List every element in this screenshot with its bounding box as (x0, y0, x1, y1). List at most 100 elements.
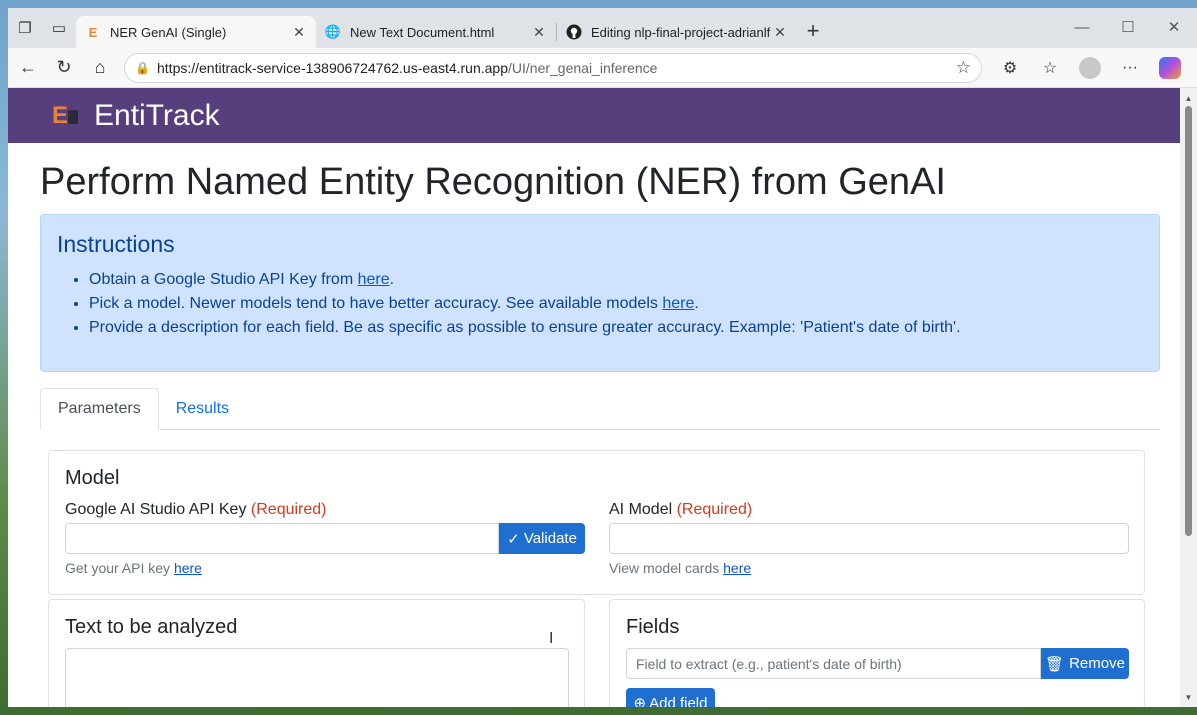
instruction-text: Pick a model. Newer models tend to have … (89, 295, 663, 312)
profile-icon[interactable] (1070, 52, 1110, 84)
workspaces-icon[interactable]: ❐ (8, 8, 42, 48)
scroll-up-icon[interactable]: ▲ (1180, 90, 1197, 106)
minimize-icon[interactable]: — (1059, 8, 1105, 46)
api-key-input-group: ✓ Validate (65, 523, 585, 554)
api-help-text: Get your API key (65, 560, 174, 576)
maximize-icon[interactable]: ☐ (1105, 8, 1151, 46)
api-key-label-text: Google AI Studio API Key (65, 501, 247, 518)
fields-heading: Fields (626, 616, 680, 638)
text-input-area[interactable] (65, 648, 569, 707)
tab-title: New Text Document.html (350, 24, 495, 40)
close-window-icon[interactable]: ✕ (1151, 8, 1197, 46)
ai-model-group: AI Model (Required) View model cards her… (609, 501, 1129, 576)
brand-name[interactable]: EntiTrack (94, 99, 220, 133)
api-key-label: Google AI Studio API Key (Required) (65, 501, 585, 519)
page-scrollbar[interactable]: ▲ ▼ (1180, 88, 1197, 707)
address-bar[interactable]: 🔒 https://entitrack-service-138906724762… (124, 52, 982, 83)
close-tab-icon[interactable]: ✕ (530, 24, 548, 41)
home-icon[interactable]: ⌂ (82, 52, 118, 84)
add-field-button[interactable]: ⊕ Add field (626, 688, 715, 707)
list-item: Obtain a Google Studio API Key from here… (89, 268, 1143, 292)
more-icon[interactable]: ··· (1110, 52, 1150, 84)
model-card: Model Google AI Studio API Key (Required… (48, 450, 1145, 595)
field-row: Field to extract (e.g., patient's date o… (626, 648, 1129, 679)
fields-card: Fields Field to extract (e.g., patient's… (609, 599, 1145, 707)
model-cards-link[interactable]: here (723, 560, 751, 576)
text-card: Text to be analyzed I (48, 599, 585, 707)
validate-label: Validate (523, 530, 577, 547)
api-key-link[interactable]: here (358, 271, 390, 288)
brand-bar: E EntiTrack (8, 88, 1180, 143)
page-title: Perform Named Entity Recognition (NER) f… (40, 161, 946, 203)
back-icon[interactable]: ← (10, 52, 46, 84)
close-tab-icon[interactable]: ✕ (290, 24, 308, 41)
favorite-star-icon[interactable]: ☆ (956, 58, 971, 78)
browser-tab-ner-genai[interactable]: E NER GenAI (Single) ✕ (76, 16, 316, 48)
ai-model-label-text: AI Model (609, 501, 673, 518)
new-tab-icon[interactable]: + (797, 15, 829, 47)
lock-icon[interactable]: 🔒 (135, 61, 157, 75)
remove-field-button[interactable]: 🗑 Remove (1041, 648, 1129, 679)
globe-icon: 🌐 (324, 24, 342, 39)
close-tab-icon[interactable]: ✕ (771, 24, 789, 41)
url-host: https://entitrack-service-138906724762.u… (157, 59, 508, 76)
browser-tab-text-document[interactable]: 🌐 New Text Document.html ✕ (316, 16, 556, 48)
tab-parameters[interactable]: Parameters (40, 388, 159, 430)
github-icon (565, 23, 583, 41)
ai-model-help: View model cards here (609, 560, 1129, 576)
tab-results[interactable]: Results (159, 388, 246, 430)
text-cursor-icon: I (549, 630, 554, 647)
api-key-input[interactable] (65, 523, 500, 554)
entitrack-favicon-icon: E (88, 24, 98, 40)
api-key-help: Get your API key here (65, 560, 585, 576)
list-item: Provide a description for each field. Be… (89, 316, 1143, 340)
tab-title: Editing nlp-final-project-adrianlfm (591, 24, 771, 40)
required-marker: (Required) (250, 501, 327, 518)
instruction-suffix: . (389, 271, 395, 288)
instructions-list: Obtain a Google Studio API Key from here… (89, 268, 1143, 340)
models-link[interactable]: here (662, 295, 694, 312)
instruction-text: Provide a description for each field. Be… (89, 319, 961, 336)
ai-model-input[interactable] (609, 523, 1129, 554)
instruction-suffix: . (694, 295, 699, 312)
add-field-label: Add field (649, 694, 708, 708)
url-text: https://entitrack-service-138906724762.u… (157, 60, 956, 76)
extensions-icon[interactable]: ⚙ (990, 52, 1030, 84)
remove-label: Remove (1069, 655, 1125, 672)
required-marker: (Required) (676, 501, 753, 518)
ai-model-label: AI Model (Required) (609, 501, 1129, 519)
scroll-down-icon[interactable]: ▼ (1180, 689, 1197, 705)
navigation-bar: ← ↻ ⌂ 🔒 https://entitrack-service-138906… (8, 48, 1197, 88)
instructions-alert: Instructions Obtain a Google Studio API … (40, 214, 1160, 372)
entitrack-logo-icon[interactable]: E (52, 101, 82, 129)
toolbar-right: ⚙ ☆ ··· (990, 52, 1190, 84)
refresh-icon[interactable]: ↻ (46, 52, 82, 84)
logo-block (68, 109, 78, 124)
logo-letter: E (52, 101, 69, 129)
favorites-icon[interactable]: ☆ (1030, 52, 1070, 84)
avatar (1079, 56, 1101, 79)
api-key-help-link[interactable]: here (174, 560, 202, 576)
instruction-text: Obtain a Google Studio API Key from (89, 271, 358, 288)
url-path: /UI/ner_genai_inference (508, 59, 658, 76)
browser-tab-github[interactable]: Editing nlp-final-project-adrianlfm ✕ (557, 16, 797, 48)
api-key-group: Google AI Studio API Key (Required) ✓ Val… (65, 501, 585, 576)
model-heading: Model (65, 467, 120, 489)
tab-strip: ❐ ▭ E NER GenAI (Single) ✕ 🌐 New Text Do… (8, 8, 1197, 48)
trash-icon: 🗑 (1045, 655, 1065, 673)
tab-actions-icon[interactable]: ▭ (42, 8, 76, 48)
list-item: Pick a model. Newer models tend to have … (89, 292, 1143, 316)
check-circle-icon: ✓ (507, 530, 520, 548)
validate-button[interactable]: ✓ Validate (499, 523, 585, 554)
scrollbar-thumb[interactable] (1185, 106, 1192, 536)
text-heading: Text to be analyzed (65, 616, 238, 638)
page-tabs: Parameters Results (40, 388, 1160, 430)
window-controls: — ☐ ✕ (1059, 8, 1197, 46)
field-input[interactable]: Field to extract (e.g., patient's date o… (626, 648, 1041, 679)
tab-title: NER GenAI (Single) (110, 24, 227, 40)
page-viewport: E EntiTrack Perform Named Entity Recogni… (8, 88, 1180, 707)
copilot-icon[interactable] (1150, 52, 1190, 84)
browser-window: ❐ ▭ E NER GenAI (Single) ✕ 🌐 New Text Do… (8, 8, 1197, 707)
instructions-heading: Instructions (57, 231, 175, 257)
copilot-logo (1159, 56, 1181, 79)
